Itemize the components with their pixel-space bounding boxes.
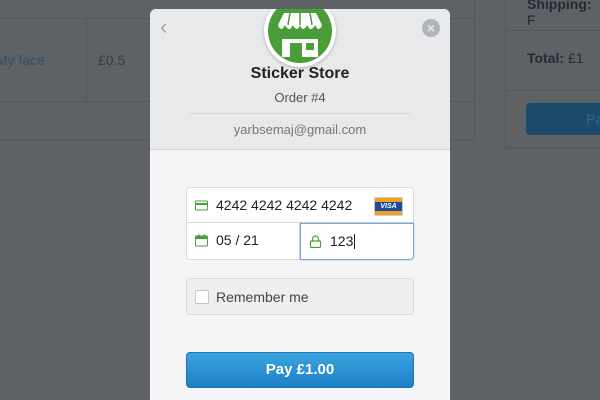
shipping-line: Shipping: F bbox=[527, 0, 592, 28]
expiry-field[interactable]: 05 / 21 bbox=[186, 223, 300, 260]
customer-email: yarbsemaj@gmail.com bbox=[233, 122, 367, 137]
lock-icon bbox=[309, 235, 322, 248]
product-link[interactable]: My face bbox=[0, 52, 45, 68]
cvc-value: 123 bbox=[330, 233, 356, 249]
close-icon[interactable]: × bbox=[422, 19, 440, 37]
expiry-value: 05 / 21 bbox=[216, 232, 259, 248]
remember-me-checkbox[interactable] bbox=[195, 290, 209, 304]
pay-button[interactable]: Pay £1.00 bbox=[186, 352, 414, 388]
visa-icon: VISA bbox=[374, 197, 403, 216]
card-number-field[interactable]: 4242 4242 4242 4242 VISA bbox=[186, 187, 414, 223]
cvc-field[interactable]: 123 bbox=[300, 223, 414, 260]
store-title: Sticker Store bbox=[250, 65, 350, 82]
checkout-modal: ‹ × Sticker Store Order #4 yarbsemaj@gma… bbox=[150, 9, 450, 400]
divider bbox=[506, 90, 600, 91]
credit-card-icon bbox=[195, 200, 208, 211]
card-number-value: 4242 4242 4242 4242 bbox=[216, 197, 353, 213]
product-price: £0.5 bbox=[98, 52, 126, 68]
order-number: Order #4 bbox=[274, 90, 326, 105]
remember-me-option[interactable]: Remember me bbox=[186, 278, 414, 315]
remember-me-label: Remember me bbox=[216, 289, 309, 305]
divider bbox=[506, 30, 600, 31]
total-line: Total: £1 bbox=[527, 50, 584, 66]
background-pay-button[interactable]: Pa bbox=[526, 103, 600, 135]
header-divider bbox=[190, 113, 410, 114]
calendar-icon bbox=[195, 234, 208, 247]
chevron-left-icon[interactable]: ‹ bbox=[160, 16, 176, 38]
storefront-icon bbox=[268, 9, 332, 63]
column-divider bbox=[86, 19, 87, 103]
